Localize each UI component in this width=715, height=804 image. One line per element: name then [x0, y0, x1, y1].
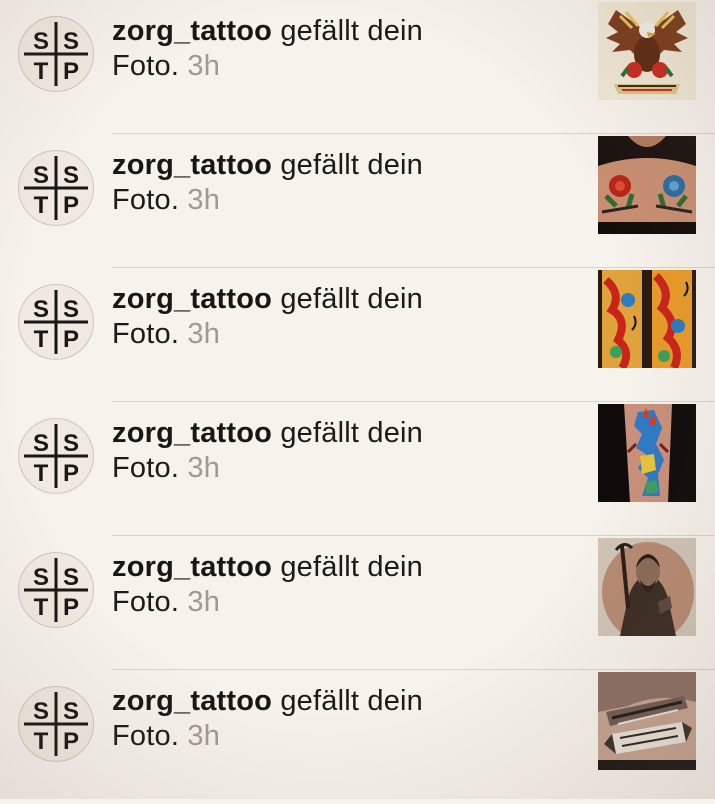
- svg-text:S: S: [63, 28, 79, 55]
- svg-text:S: S: [33, 28, 49, 55]
- username-link[interactable]: zorg_tattoo: [112, 149, 272, 181]
- action-text: gefällt dein: [280, 15, 424, 47]
- notification-item[interactable]: S S T P zorg_tattoo gefällt dein Foto. 3…: [0, 536, 715, 670]
- sstp-logo-icon: S S T P: [24, 424, 88, 488]
- svg-text:P: P: [63, 594, 79, 621]
- username-link[interactable]: zorg_tattoo: [112, 417, 272, 449]
- notification-text: zorg_tattoo gefällt dein Foto. 3h: [112, 282, 582, 352]
- notification-text: zorg_tattoo gefällt dein Foto. 3h: [112, 148, 582, 218]
- username-link[interactable]: zorg_tattoo: [112, 685, 272, 717]
- action-text: gefällt dein: [280, 551, 424, 583]
- action-text-2: Foto.: [112, 720, 180, 752]
- portrait-tattoo-photo-icon: [598, 538, 696, 636]
- timestamp: 3h: [187, 586, 221, 618]
- action-text: gefällt dein: [280, 685, 424, 717]
- notification-item[interactable]: S S T P zorg_tattoo gefällt dein Foto. 3…: [0, 402, 715, 536]
- svg-text:S: S: [63, 698, 79, 725]
- post-thumbnail[interactable]: [598, 672, 696, 770]
- action-text: gefällt dein: [280, 283, 424, 315]
- sstp-logo-icon: S S T P: [24, 692, 88, 756]
- post-thumbnail[interactable]: [598, 404, 696, 502]
- notification-list: S S T P zorg_tattoo gefällt dein Foto. 3…: [0, 0, 715, 799]
- svg-text:T: T: [34, 460, 49, 487]
- notification-text: zorg_tattoo gefällt dein Foto. 3h: [112, 416, 582, 486]
- sstp-logo-icon: S S T P: [24, 290, 88, 354]
- username-link[interactable]: zorg_tattoo: [112, 15, 272, 47]
- svg-text:S: S: [63, 564, 79, 591]
- username-link[interactable]: zorg_tattoo: [112, 551, 272, 583]
- avatar[interactable]: S S T P: [18, 16, 94, 92]
- action-text-2: Foto.: [112, 184, 180, 216]
- avatar[interactable]: S S T P: [18, 418, 94, 494]
- post-thumbnail[interactable]: [598, 270, 696, 368]
- avatar[interactable]: S S T P: [18, 284, 94, 360]
- svg-text:T: T: [34, 326, 49, 353]
- notification-text: zorg_tattoo gefällt dein Foto. 3h: [112, 684, 582, 754]
- svg-text:S: S: [33, 698, 49, 725]
- notification-item[interactable]: S S T P zorg_tattoo gefällt dein Foto. 3…: [0, 0, 715, 134]
- svg-text:P: P: [63, 460, 79, 487]
- svg-text:S: S: [63, 162, 79, 189]
- action-text-2: Foto.: [112, 318, 180, 350]
- username-link[interactable]: zorg_tattoo: [112, 283, 272, 315]
- avatar[interactable]: S S T P: [18, 552, 94, 628]
- post-thumbnail[interactable]: [598, 538, 696, 636]
- timestamp: 3h: [187, 184, 221, 216]
- notification-item[interactable]: S S T P zorg_tattoo gefällt dein Foto. 3…: [0, 670, 715, 804]
- action-text-2: Foto.: [112, 586, 180, 618]
- eagle-flash-tattoo-photo-icon: [598, 2, 696, 100]
- svg-text:P: P: [63, 326, 79, 353]
- timestamp: 3h: [187, 452, 221, 484]
- chest-roses-tattoo-photo-icon: [598, 136, 696, 234]
- svg-text:P: P: [63, 728, 79, 755]
- action-text-2: Foto.: [112, 452, 180, 484]
- svg-text:T: T: [34, 58, 49, 85]
- svg-text:S: S: [63, 296, 79, 323]
- svg-text:T: T: [34, 728, 49, 755]
- svg-text:S: S: [33, 296, 49, 323]
- side-piece-tattoo-photo-icon: [598, 404, 696, 502]
- action-text-2: Foto.: [112, 50, 180, 82]
- post-thumbnail[interactable]: [598, 136, 696, 234]
- avatar[interactable]: S S T P: [18, 150, 94, 226]
- sstp-logo-icon: S S T P: [24, 22, 88, 86]
- koi-sleeve-tattoo-photo-icon: [598, 270, 696, 368]
- timestamp: 3h: [187, 318, 221, 350]
- svg-text:T: T: [34, 192, 49, 219]
- notification-text: zorg_tattoo gefällt dein Foto. 3h: [112, 550, 582, 620]
- timestamp: 3h: [187, 50, 221, 82]
- svg-text:S: S: [63, 430, 79, 457]
- notification-text: zorg_tattoo gefällt dein Foto. 3h: [112, 14, 582, 84]
- svg-text:S: S: [33, 430, 49, 457]
- timestamp: 3h: [187, 720, 221, 752]
- notification-item[interactable]: S S T P zorg_tattoo gefällt dein Foto. 3…: [0, 134, 715, 268]
- sstp-logo-icon: S S T P: [24, 156, 88, 220]
- svg-text:P: P: [63, 58, 79, 85]
- notification-item[interactable]: S S T P zorg_tattoo gefällt dein Foto. 3…: [0, 268, 715, 402]
- post-thumbnail[interactable]: [598, 2, 696, 100]
- action-text: gefällt dein: [280, 417, 424, 449]
- svg-text:T: T: [34, 594, 49, 621]
- svg-text:P: P: [63, 192, 79, 219]
- avatar[interactable]: S S T P: [18, 686, 94, 762]
- action-text: gefällt dein: [280, 149, 424, 181]
- razor-banner-tattoo-photo-icon: [598, 672, 696, 770]
- sstp-logo-icon: S S T P: [24, 558, 88, 622]
- svg-text:S: S: [33, 162, 49, 189]
- svg-text:S: S: [33, 564, 49, 591]
